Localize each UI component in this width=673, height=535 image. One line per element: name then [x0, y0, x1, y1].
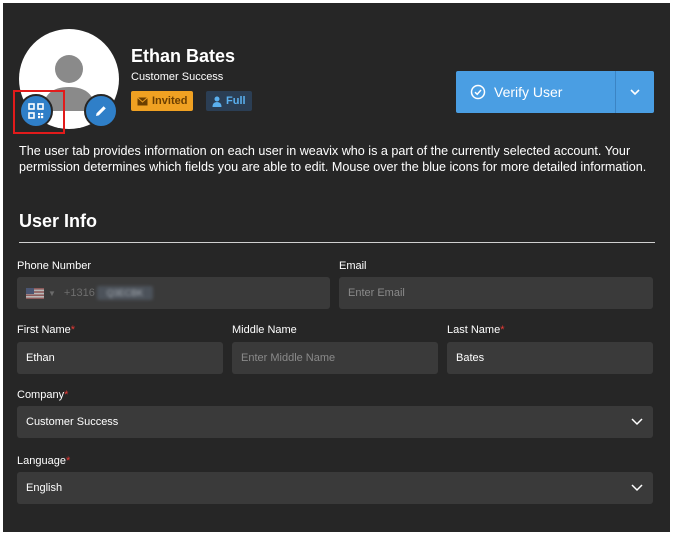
verify-user-split-button: Verify User: [456, 71, 654, 113]
email-field[interactable]: Enter Email: [339, 277, 653, 309]
phone-number-masked: Q3ECBK: [96, 286, 153, 300]
access-badge: Full: [206, 91, 252, 111]
first-name-label: First Name*: [17, 324, 76, 336]
person-icon: [212, 96, 222, 107]
pencil-icon: [96, 106, 106, 116]
chevron-down-icon: [631, 418, 643, 426]
user-name: Ethan Bates: [131, 46, 236, 66]
company-value: Customer Success: [26, 416, 119, 428]
dial-code: +1316: [63, 287, 95, 299]
last-name-field[interactable]: Bates: [447, 342, 653, 374]
user-panel: Ethan Bates Customer Success Invited Ful…: [3, 3, 670, 532]
company-select[interactable]: Customer Success: [17, 406, 653, 438]
qr-button-highlight: [13, 90, 65, 134]
chevron-down-icon: [630, 89, 640, 96]
country-chevron-icon: ▼: [48, 288, 56, 298]
email-label: Email: [339, 260, 367, 272]
language-label: Language*: [17, 455, 71, 467]
user-tab-description: The user tab provides information on eac…: [19, 144, 647, 174]
company-label: Company*: [17, 389, 69, 401]
check-circle-icon: [470, 84, 486, 100]
envelope-icon: [137, 96, 148, 105]
verify-user-label: Verify User: [494, 84, 563, 100]
language-value: English: [26, 482, 63, 494]
phone-label: Phone Number: [17, 260, 91, 272]
user-role: Customer Success: [131, 71, 224, 83]
verify-user-button[interactable]: Verify User: [456, 71, 615, 113]
status-badge-label: Invited: [152, 95, 188, 107]
verify-options-button[interactable]: [615, 71, 654, 113]
status-badge: Invited: [131, 91, 194, 111]
phone-field[interactable]: ▼ +1316 Q3ECBK: [17, 277, 330, 309]
first-name-field[interactable]: Ethan: [17, 342, 223, 374]
section-title: User Info: [19, 211, 98, 231]
last-name-label: Last Name*: [447, 324, 505, 336]
middle-name-field[interactable]: Enter Middle Name: [232, 342, 438, 374]
access-badge-label: Full: [226, 95, 246, 107]
language-select[interactable]: English: [17, 472, 653, 504]
chevron-down-icon: [631, 484, 643, 492]
us-flag-icon: [26, 287, 44, 299]
middle-name-label: Middle Name: [232, 324, 297, 336]
edit-avatar-button[interactable]: [84, 94, 118, 128]
section-divider: [19, 242, 655, 243]
